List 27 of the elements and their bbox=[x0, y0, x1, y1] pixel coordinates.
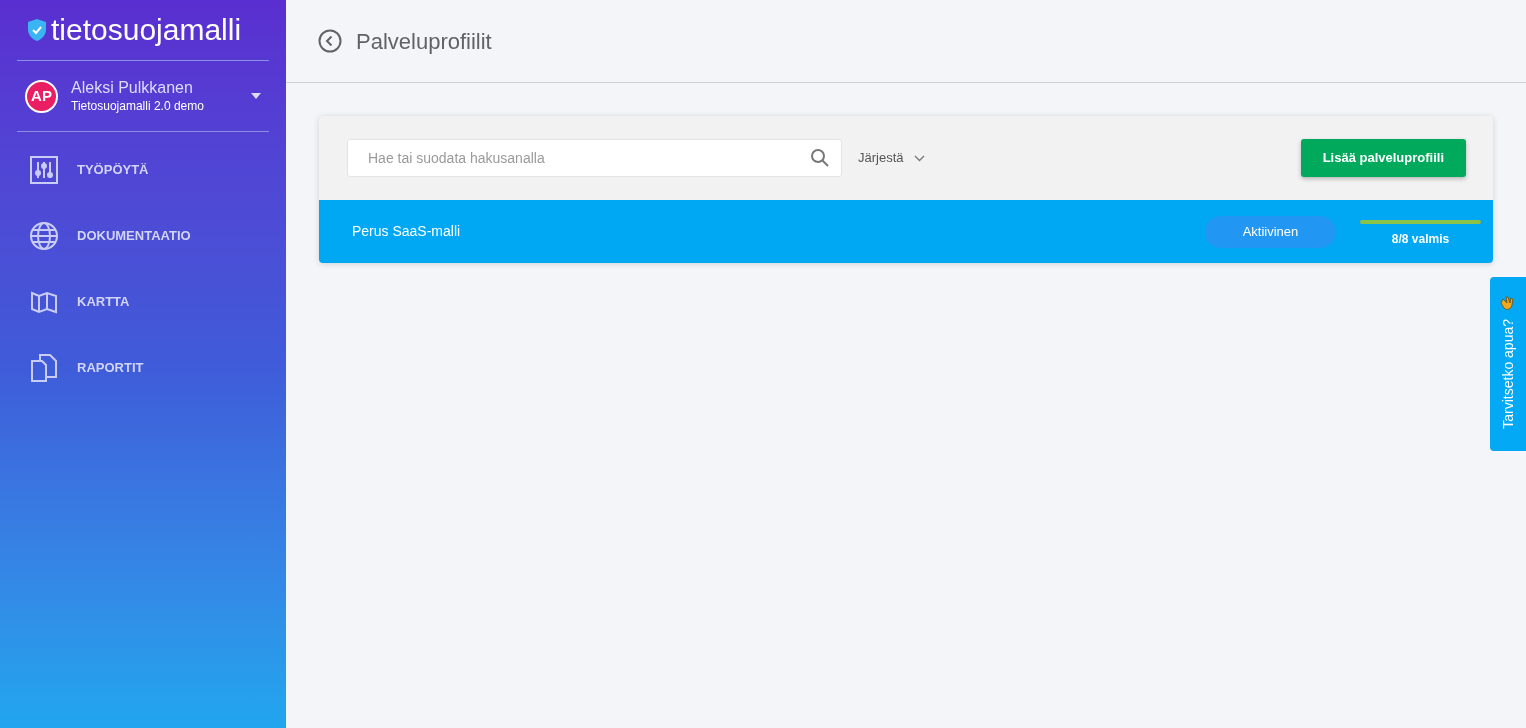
documents-icon bbox=[29, 353, 59, 383]
nav-item[interactable]: TYÖPÖYTÄ bbox=[17, 155, 269, 185]
search-icon[interactable] bbox=[810, 148, 830, 168]
nav-item[interactable]: KARTTA bbox=[17, 287, 269, 317]
caret-icon bbox=[251, 93, 261, 99]
user-menu[interactable]: AP Aleksi Pulkkanen Tietosuojamalli 2.0 demo bbox=[17, 61, 269, 131]
chevron-down-icon bbox=[913, 154, 925, 162]
back-icon[interactable] bbox=[318, 29, 342, 53]
shield-check-icon bbox=[27, 18, 47, 42]
page-title: Palveluprofiilit bbox=[356, 27, 492, 56]
status-pill: Aktiivinen bbox=[1205, 215, 1336, 248]
globe-icon bbox=[29, 221, 59, 251]
organization-name: Tietosuojamalli 2.0 demo bbox=[71, 98, 205, 114]
nav-item[interactable]: RAPORTIT bbox=[17, 353, 269, 383]
profile-row[interactable]: Perus SaaS-malli Aktiivinen 8/8 valmis bbox=[319, 200, 1493, 263]
brand-logo[interactable]: tietosuojamalli bbox=[51, 15, 242, 45]
profile-name: Perus SaaS-malli bbox=[352, 222, 462, 241]
sliders-icon bbox=[29, 155, 59, 185]
waving-hand-icon bbox=[1500, 295, 1516, 311]
sort-dropdown[interactable]: Järjestä bbox=[858, 148, 925, 168]
help-tab[interactable]: Tarvitsetko apua? bbox=[1490, 277, 1526, 451]
user-avatar: AP bbox=[25, 79, 58, 113]
progress-label: 8/8 valmis bbox=[1391, 230, 1450, 248]
nav-item[interactable]: DOKUMENTAATIO bbox=[17, 221, 269, 251]
search-field[interactable]: Hae tai suodata hakusanalla bbox=[347, 139, 842, 177]
add-profile-button[interactable]: Lisää palveluprofiili bbox=[1300, 139, 1466, 177]
user-name: Aleksi Pulkkanen bbox=[71, 78, 194, 98]
